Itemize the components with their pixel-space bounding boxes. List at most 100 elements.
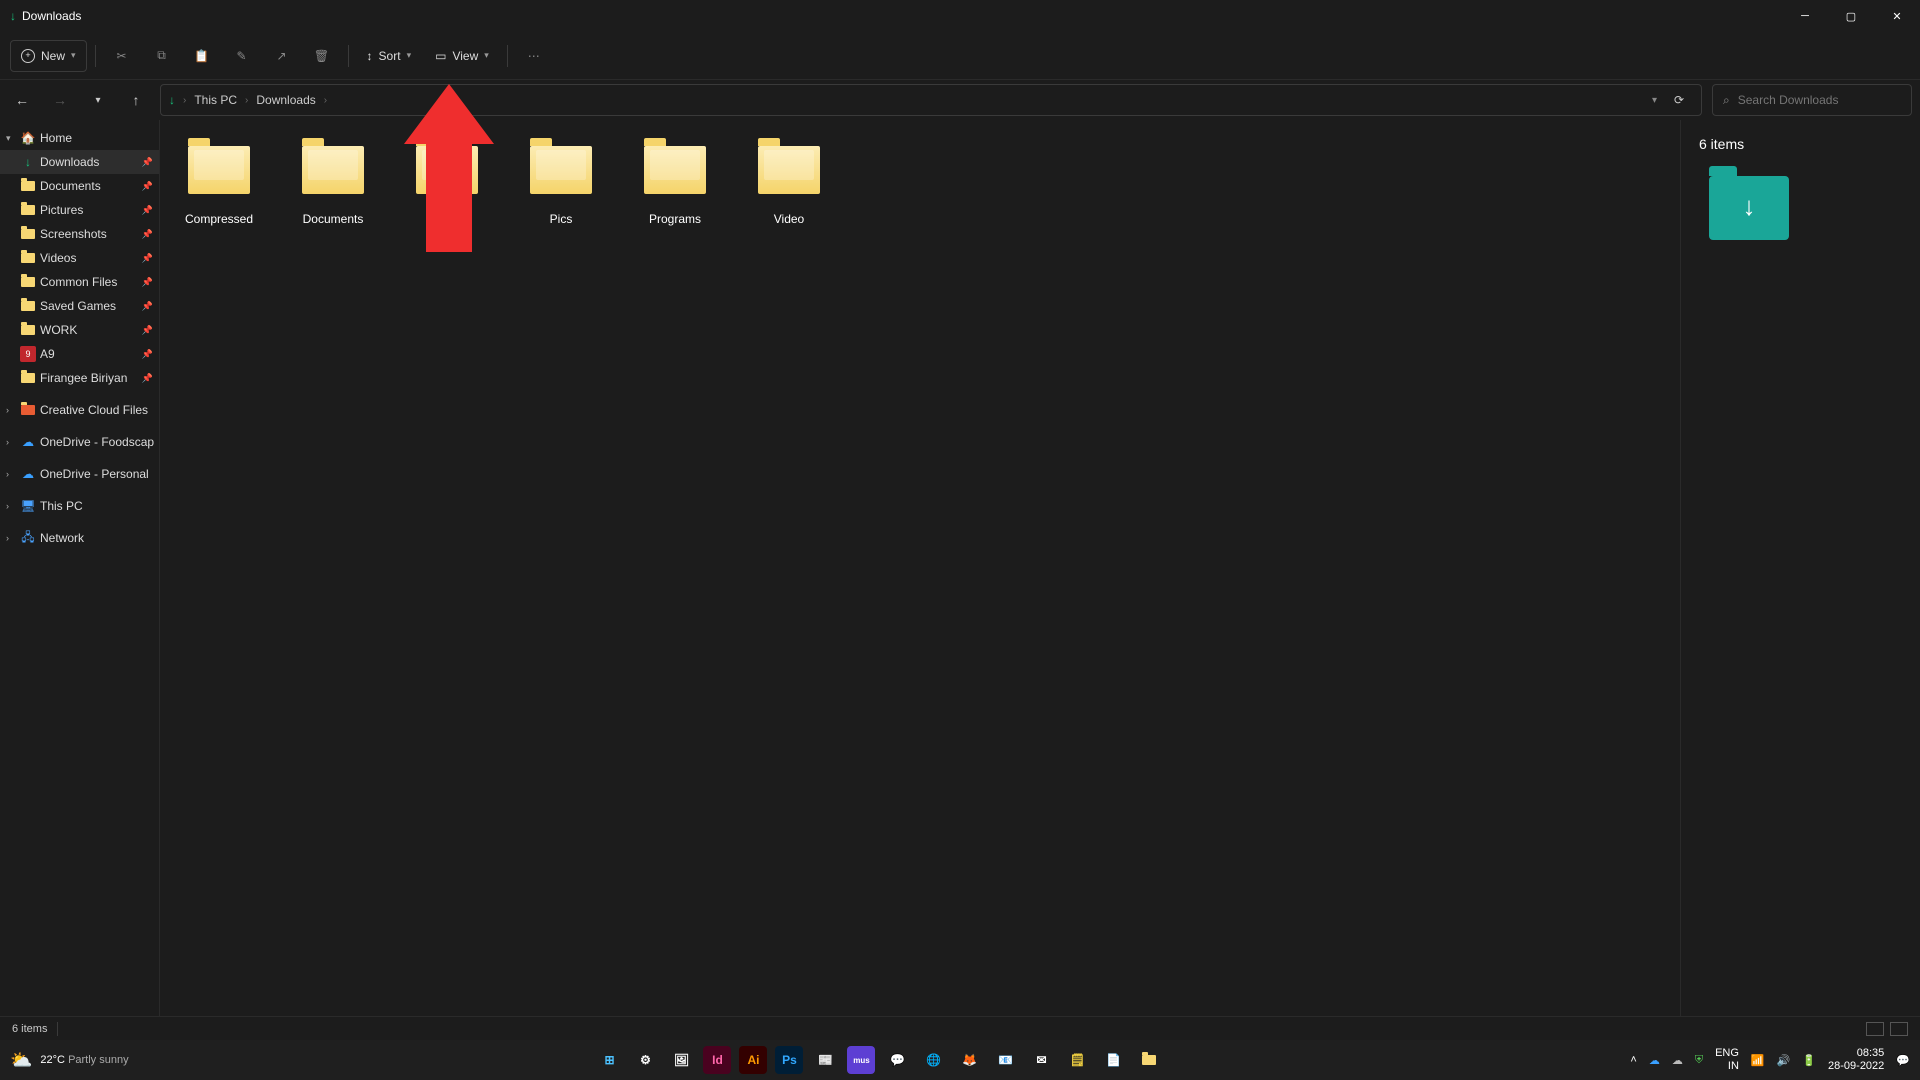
photos-app[interactable]: 🖼 (667, 1046, 695, 1074)
sidebar-item-onedrive-1[interactable]: › ☁ OneDrive - Foodscap (0, 430, 159, 454)
recent-button[interactable]: ▾ (84, 86, 112, 114)
sidebar-item-saved-games[interactable]: Saved Games 📌 (0, 294, 159, 318)
status-bar: 6 items (0, 1016, 1920, 1040)
sidebar-item-documents[interactable]: Documents 📌 (0, 174, 159, 198)
folder-label: Programs (649, 212, 701, 226)
view-label: View (452, 49, 478, 63)
sidebar-item-videos[interactable]: Videos 📌 (0, 246, 159, 270)
weather-icon: ⛅ (10, 1050, 32, 1071)
sidebar-item-a9[interactable]: 9 A9 📌 (0, 342, 159, 366)
breadcrumb-this-pc[interactable]: This PC (194, 93, 237, 107)
indesign-app[interactable]: Id (703, 1046, 731, 1074)
chat-app[interactable]: 💬 (883, 1046, 911, 1074)
paste-button[interactable]: 📋 (184, 40, 220, 72)
sidebar-item-downloads[interactable]: ↓ Downloads 📌 (0, 150, 159, 174)
folder-icon (302, 146, 364, 194)
folder-music[interactable]: Music (392, 132, 502, 242)
view-details-button[interactable] (1866, 1022, 1884, 1036)
rename-button[interactable]: ✎ (224, 40, 260, 72)
breadcrumb-downloads[interactable]: Downloads (256, 93, 315, 107)
sidebar-label: Common Files (40, 275, 117, 289)
outlook-app[interactable]: 📧 (991, 1046, 1019, 1074)
view-large-button[interactable] (1890, 1022, 1908, 1036)
new-button[interactable]: + New ▾ (10, 40, 87, 72)
maximize-button[interactable]: ▢ (1828, 0, 1874, 32)
forward-button[interactable]: → (46, 86, 74, 114)
copy-button[interactable]: ⧉ (144, 40, 180, 72)
minimize-button[interactable]: ─ (1782, 0, 1828, 32)
taskbar-weather[interactable]: ⛅ 22°C Partly sunny (10, 1050, 129, 1071)
sidebar-item-creative-cloud[interactable]: › Creative Cloud Files (0, 398, 159, 422)
cut-button[interactable]: ✂ (104, 40, 140, 72)
sidebar-label: OneDrive - Foodscap (40, 435, 154, 449)
notepad-app[interactable]: 📄 (1099, 1046, 1127, 1074)
photoshop-app[interactable]: Ps (775, 1046, 803, 1074)
edge-app[interactable]: 🌐 (919, 1046, 947, 1074)
notifications-button[interactable]: 💬 (1896, 1054, 1910, 1067)
sidebar-item-firangee[interactable]: Firangee Biriyan 📌 (0, 366, 159, 390)
folder-video[interactable]: Video (734, 132, 844, 242)
close-button[interactable]: ✕ (1874, 0, 1920, 32)
news-app[interactable]: 📰 (811, 1046, 839, 1074)
sidebar-label: Videos (40, 251, 76, 265)
settings-app[interactable]: ⚙ (631, 1046, 659, 1074)
search-box[interactable]: ⌕ (1712, 84, 1912, 116)
pin-icon: 📌 (142, 181, 153, 192)
language-indicator[interactable]: ENG IN (1715, 1047, 1739, 1072)
folder-programs[interactable]: Programs (620, 132, 730, 242)
explorer-app[interactable] (1135, 1046, 1163, 1074)
address-dropdown[interactable]: ▾ (1652, 95, 1657, 106)
breadcrumb-sep: › (324, 95, 327, 106)
sidebar-label: WORK (40, 323, 77, 337)
folder-view[interactable]: Compressed Documents Music Pics Programs… (160, 120, 1680, 1016)
folder-icon (20, 402, 36, 418)
folder-pics[interactable]: Pics (506, 132, 616, 242)
volume-icon[interactable]: 🔊 (1777, 1054, 1791, 1067)
separator (95, 45, 96, 67)
mail-app[interactable]: ✉ (1027, 1046, 1055, 1074)
sidebar-label: A9 (40, 347, 55, 361)
sort-button[interactable]: ↕ Sort ▾ (357, 40, 422, 72)
onedrive-tray-icon[interactable]: ☁ (1649, 1054, 1660, 1067)
onedrive-tray-icon-2[interactable]: ☁ (1672, 1054, 1683, 1067)
battery-icon[interactable]: 🔋 (1802, 1054, 1816, 1067)
search-icon: ⌕ (1723, 93, 1730, 108)
sidebar-item-network[interactable]: › 🖧 Network (0, 526, 159, 550)
up-button[interactable]: ↑ (122, 86, 150, 114)
search-input[interactable] (1738, 93, 1901, 107)
wifi-icon[interactable]: 📶 (1751, 1054, 1765, 1067)
start-button[interactable]: ⊞ (595, 1046, 623, 1074)
sidebar-item-home[interactable]: ▾ 🏠 Home (0, 126, 159, 150)
illustrator-app[interactable]: Ai (739, 1046, 767, 1074)
sticky-notes-app[interactable]: 🗒 (1063, 1046, 1091, 1074)
sidebar-item-common-files[interactable]: Common Files 📌 (0, 270, 159, 294)
security-tray-icon[interactable]: ⛨ (1695, 1054, 1703, 1067)
sidebar-item-screenshots[interactable]: Screenshots 📌 (0, 222, 159, 246)
tray-overflow-button[interactable]: ˄ (1630, 1054, 1636, 1066)
share-button[interactable]: ↗ (264, 40, 300, 72)
sidebar-item-this-pc[interactable]: › 🖥 This PC (0, 494, 159, 518)
view-button[interactable]: ▭ View ▾ (425, 40, 499, 72)
taskbar: ⛅ 22°C Partly sunny ⊞ ⚙ 🖼 Id Ai Ps 📰 mus… (0, 1040, 1920, 1080)
sidebar-label: Screenshots (40, 227, 107, 241)
pin-icon: 📌 (142, 277, 153, 288)
refresh-button[interactable]: ⟳ (1665, 93, 1693, 107)
more-button[interactable]: ⋯ (516, 40, 552, 72)
pin-icon: 📌 (142, 205, 153, 216)
folder-icon (20, 202, 36, 218)
breadcrumb-sep: › (183, 95, 186, 106)
sidebar-label: Firangee Biriyan (40, 371, 127, 385)
folder-compressed[interactable]: Compressed (164, 132, 274, 242)
clock[interactable]: 08:35 28-09-2022 (1828, 1047, 1884, 1072)
pin-icon: 📌 (142, 229, 153, 240)
chevron-right-icon: › (6, 501, 16, 511)
back-button[interactable]: ← (8, 86, 36, 114)
address-bar[interactable]: ↓ › This PC › Downloads › ▾ ⟳ (160, 84, 1702, 116)
sidebar-item-work[interactable]: WORK 📌 (0, 318, 159, 342)
firefox-app[interactable]: 🦊 (955, 1046, 983, 1074)
sidebar-item-pictures[interactable]: Pictures 📌 (0, 198, 159, 222)
folder-documents[interactable]: Documents (278, 132, 388, 242)
delete-button[interactable]: 🗑 (304, 40, 340, 72)
music-app[interactable]: mus (847, 1046, 875, 1074)
sidebar-item-onedrive-2[interactable]: › ☁ OneDrive - Personal (0, 462, 159, 486)
